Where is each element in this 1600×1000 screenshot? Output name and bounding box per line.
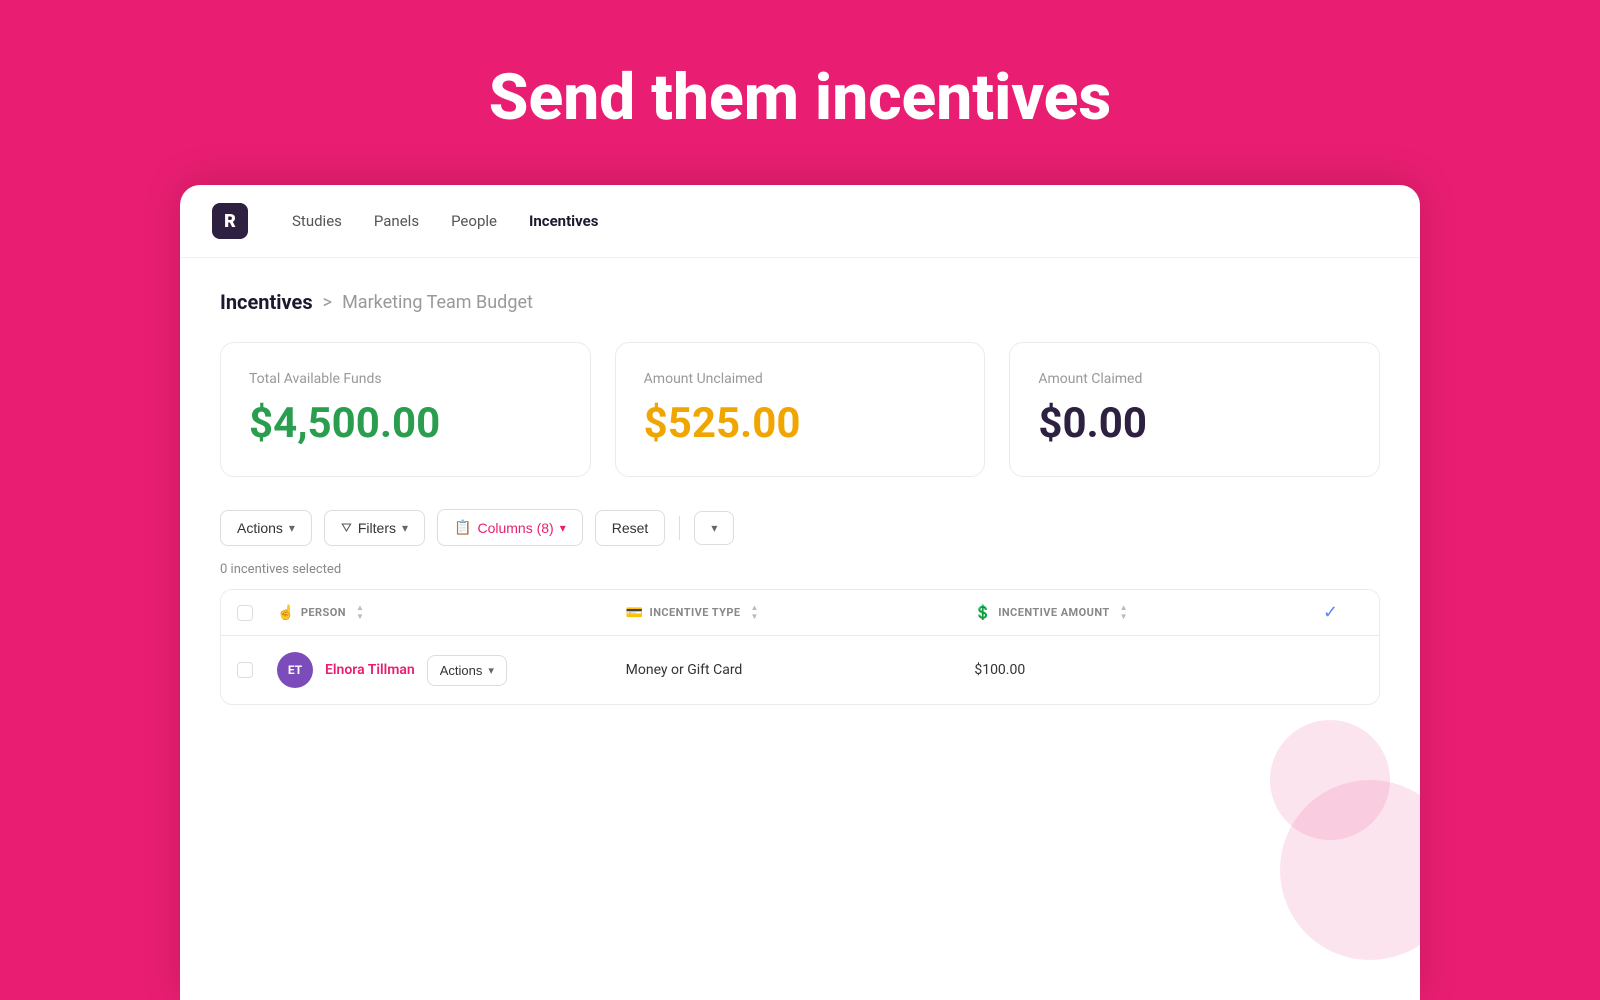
nav-logo: R — [212, 203, 248, 239]
stat-label-available: Total Available Funds — [249, 371, 562, 387]
columns-button[interactable]: 📋 Columns (8) ▾ — [437, 509, 583, 546]
sort-arrow-up-3: ▲ — [1120, 604, 1128, 612]
th-incentive-type: 💳 INCENTIVE TYPE ▲ ▼ — [626, 604, 975, 621]
columns-chevron-icon: ▾ — [560, 521, 566, 535]
nav-item-panels[interactable]: Panels — [374, 212, 419, 230]
stats-row: Total Available Funds $4,500.00 Amount U… — [220, 342, 1380, 477]
reset-chevron-button[interactable]: ▾ — [694, 511, 734, 545]
filters-button[interactable]: ⛛ Filters ▾ — [324, 510, 425, 546]
row-actions-chevron-icon: ▾ — [488, 664, 494, 677]
actions-chevron-icon: ▾ — [289, 521, 295, 535]
sort-arrow-down-3: ▼ — [1120, 613, 1128, 621]
toolbar-divider — [679, 516, 680, 540]
sort-arrow-down: ▼ — [356, 613, 364, 621]
person-cell: ET Elnora Tillman Actions ▾ — [277, 652, 626, 688]
decorative-blob-1 — [1280, 780, 1420, 960]
row-actions-button[interactable]: Actions ▾ — [427, 655, 507, 686]
header-checkbox-cell — [237, 605, 277, 621]
nav-item-people[interactable]: People — [451, 212, 497, 230]
incentives-table: ☝ PERSON ▲ ▼ 💳 INCENTIVE TYPE ▲ ▼ — [220, 589, 1380, 705]
hero-title: Send them incentives — [0, 0, 1600, 185]
sort-arrow-up-2: ▲ — [751, 604, 759, 612]
app-container: R Studies Panels People Incentives Incen… — [180, 185, 1420, 1000]
columns-icon: 📋 — [454, 519, 471, 536]
breadcrumb: Incentives > Marketing Team Budget — [220, 290, 1380, 314]
row-actions-label: Actions — [440, 663, 483, 678]
breadcrumb-current: Marketing Team Budget — [342, 292, 533, 313]
stat-card-claimed: Amount Claimed $0.00 — [1009, 342, 1380, 477]
th-person-label: PERSON — [301, 606, 346, 619]
reset-label: Reset — [612, 520, 649, 536]
stat-label-unclaimed: Amount Unclaimed — [644, 371, 957, 387]
row-checkbox[interactable] — [237, 662, 253, 678]
dollar-icon: 💲 — [974, 605, 992, 621]
sort-arrow-up: ▲ — [356, 604, 364, 612]
avatar: ET — [277, 652, 313, 688]
actions-dropdown-button[interactable]: Actions ▾ — [220, 510, 312, 546]
filter-icon: ⛛ — [341, 520, 352, 536]
breadcrumb-home[interactable]: Incentives — [220, 290, 313, 314]
sort-arrow-down-2: ▼ — [751, 613, 759, 621]
nav-item-studies[interactable]: Studies — [292, 212, 342, 230]
stat-card-available: Total Available Funds $4,500.00 — [220, 342, 591, 477]
stat-label-claimed: Amount Claimed — [1038, 371, 1351, 387]
th-incentive-amount-label: INCENTIVE AMOUNT — [998, 606, 1109, 619]
th-person: ☝ PERSON ▲ ▼ — [277, 604, 626, 621]
stat-value-claimed: $0.00 — [1038, 399, 1351, 448]
stat-card-unclaimed: Amount Unclaimed $525.00 — [615, 342, 986, 477]
columns-label: Columns (8) — [477, 520, 553, 536]
selected-count: 0 incentives selected — [220, 562, 1380, 577]
main-content: Incentives > Marketing Team Budget Total… — [180, 258, 1420, 737]
table-header: ☝ PERSON ▲ ▼ 💳 INCENTIVE TYPE ▲ ▼ — [221, 590, 1379, 636]
nav-item-incentives[interactable]: Incentives — [529, 212, 598, 230]
select-all-checkbox[interactable] — [237, 605, 253, 621]
person-sort-arrows[interactable]: ▲ ▼ — [356, 604, 364, 621]
th-incentive-type-label: INCENTIVE TYPE — [650, 606, 741, 619]
reset-extra-chevron-icon: ▾ — [711, 521, 717, 535]
row-checkbox-cell — [237, 662, 277, 678]
table-row: ET Elnora Tillman Actions ▾ Money or Gif… — [221, 636, 1379, 704]
filters-chevron-icon: ▾ — [402, 521, 408, 535]
incentive-type-sort-arrows[interactable]: ▲ ▼ — [751, 604, 759, 621]
incentive-amount-cell: $100.00 — [974, 662, 1323, 678]
incentive-amount-sort-arrows[interactable]: ▲ ▼ — [1120, 604, 1128, 621]
reset-button[interactable]: Reset — [595, 510, 666, 546]
stat-value-available: $4,500.00 — [249, 399, 562, 448]
decorative-blob-2 — [1270, 720, 1390, 840]
filters-label: Filters — [358, 520, 396, 536]
breadcrumb-separator: > — [323, 292, 332, 313]
actions-label: Actions — [237, 520, 283, 536]
th-check-col: ✓ — [1323, 602, 1363, 623]
stat-value-unclaimed: $525.00 — [644, 399, 957, 448]
person-name: Elnora Tillman — [325, 662, 415, 678]
card-icon: 💳 — [626, 605, 644, 621]
incentive-type-cell: Money or Gift Card — [626, 662, 975, 678]
check-icon: ✓ — [1323, 602, 1338, 623]
person-icon: ☝ — [277, 605, 295, 621]
th-incentive-amount: 💲 INCENTIVE AMOUNT ▲ ▼ — [974, 604, 1323, 621]
toolbar: Actions ▾ ⛛ Filters ▾ 📋 Columns (8) ▾ Re… — [220, 509, 1380, 546]
nav-bar: R Studies Panels People Incentives — [180, 185, 1420, 258]
